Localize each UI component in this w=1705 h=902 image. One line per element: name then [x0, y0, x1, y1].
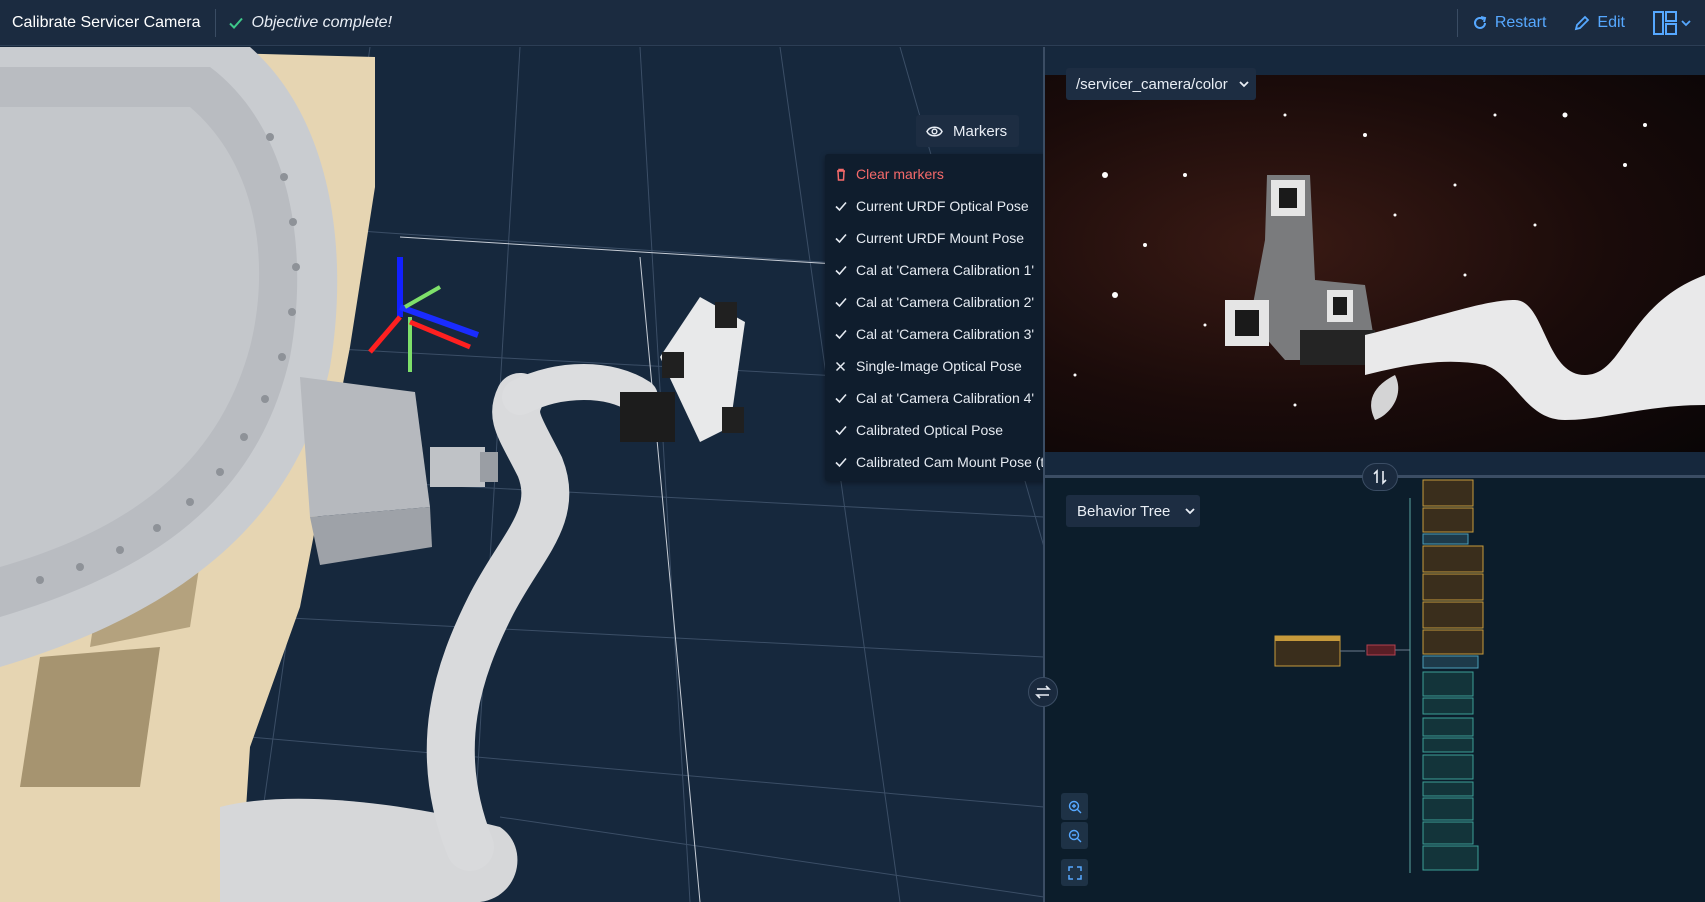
swap-panes-vertical-button[interactable]: [1362, 463, 1398, 491]
divider: [1456, 9, 1458, 37]
zoom-in-button[interactable]: [1061, 793, 1088, 820]
check-icon: [834, 232, 847, 245]
edit-button[interactable]: Edit: [1574, 14, 1625, 32]
menu-item-cal-4[interactable]: Cal at 'Camera Calibration 4': [825, 382, 1044, 414]
fit-view-icon: [1067, 865, 1082, 880]
menu-item-cal-2[interactable]: Cal at 'Camera Calibration 2': [825, 286, 1044, 318]
objective-status: Objective complete!: [228, 13, 393, 32]
3d-viewport[interactable]: Markers Clear markers Current URDF Optic…: [0, 47, 1044, 902]
menu-item-urdf-mount-pose[interactable]: Current URDF Mount Pose: [825, 222, 1044, 254]
menu-item-clear-markers[interactable]: Clear markers: [825, 158, 1044, 190]
check-icon: [228, 17, 243, 29]
menu-item-cal-3[interactable]: Cal at 'Camera Calibration 3': [825, 318, 1044, 350]
menu-item-label: Cal at 'Camera Calibration 3': [856, 326, 1035, 342]
menu-item-label: Cal at 'Camera Calibration 1': [856, 262, 1035, 278]
menu-item-single-image-pose[interactable]: Single-Image Optical Pose: [825, 350, 1044, 382]
menu-item-label: Calibrated Optical Pose: [856, 422, 1004, 438]
zoom-in-icon: [1068, 800, 1081, 813]
check-icon: [834, 456, 847, 469]
zoom-out-button[interactable]: [1061, 822, 1088, 849]
fit-view-button[interactable]: [1061, 859, 1088, 886]
chevron-down-icon: [1681, 20, 1691, 27]
menu-item-cal-1[interactable]: Cal at 'Camera Calibration 1': [825, 254, 1044, 286]
camera-topic-select[interactable]: /servicer_camera/color: [1066, 68, 1256, 100]
camera-render: [1073, 112, 1705, 420]
edit-label: Edit: [1597, 14, 1625, 31]
eye-icon: [926, 126, 943, 136]
restart-icon: [1473, 16, 1487, 29]
menu-item-urdf-optical-pose[interactable]: Current URDF Optical Pose: [825, 190, 1044, 222]
top-bar: Calibrate Servicer Camera Objective comp…: [0, 0, 1705, 46]
menu-item-calibrated-mount-pose[interactable]: Calibrated Cam Mount Pose (to file): [825, 446, 1044, 478]
zoom-out-icon: [1068, 829, 1081, 842]
behavior-tree-pane[interactable]: Behavior Tree: [1045, 478, 1705, 902]
restart-label: Restart: [1494, 14, 1547, 31]
markers-menu: Clear markers Current URDF Optical Pose …: [825, 154, 1044, 481]
toolbar-right: Restart Edit: [1456, 0, 1705, 46]
divider: [214, 8, 216, 37]
pencil-icon: [1575, 15, 1590, 31]
check-icon: [834, 424, 847, 437]
menu-item-label: Calibrated Cam Mount Pose (to file): [856, 454, 1044, 470]
menu-item-calibrated-optical-pose[interactable]: Calibrated Optical Pose: [825, 414, 1044, 446]
chevron-down-icon: [1239, 81, 1249, 88]
layout-button[interactable]: [1653, 11, 1691, 35]
swap-panes-horizontal-button[interactable]: [1028, 677, 1058, 707]
camera-pane: [1045, 47, 1705, 475]
check-icon: [834, 264, 847, 277]
camera-image: [1045, 75, 1705, 452]
x-icon: [834, 360, 847, 373]
markers-toggle-button[interactable]: Markers: [916, 115, 1019, 147]
menu-item-label: Single-Image Optical Pose: [856, 358, 1022, 374]
menu-item-label: Cal at 'Camera Calibration 2': [856, 294, 1035, 310]
check-icon: [834, 296, 847, 309]
markers-label: Markers: [953, 122, 1008, 140]
swap-horizontal-icon: [1035, 685, 1051, 699]
menu-item-label: Current URDF Mount Pose: [856, 230, 1025, 246]
check-icon: [834, 200, 847, 213]
behavior-tree-graph: [1274, 479, 1484, 873]
restart-button[interactable]: Restart: [1472, 14, 1547, 32]
menu-item-label: Clear markers: [856, 166, 944, 182]
camera-topic-label: /servicer_camera/color: [1076, 75, 1228, 93]
objective-title: Calibrate Servicer Camera: [12, 13, 201, 31]
check-icon: [834, 392, 847, 405]
menu-item-label: Current URDF Optical Pose: [856, 198, 1029, 214]
menu-item-label: Cal at 'Camera Calibration 4': [856, 390, 1035, 406]
status-text: Objective complete!: [251, 13, 393, 31]
trash-icon: [834, 168, 847, 181]
swap-vertical-icon: [1373, 469, 1387, 485]
check-icon: [834, 328, 847, 341]
layout-icon: [1653, 11, 1677, 35]
